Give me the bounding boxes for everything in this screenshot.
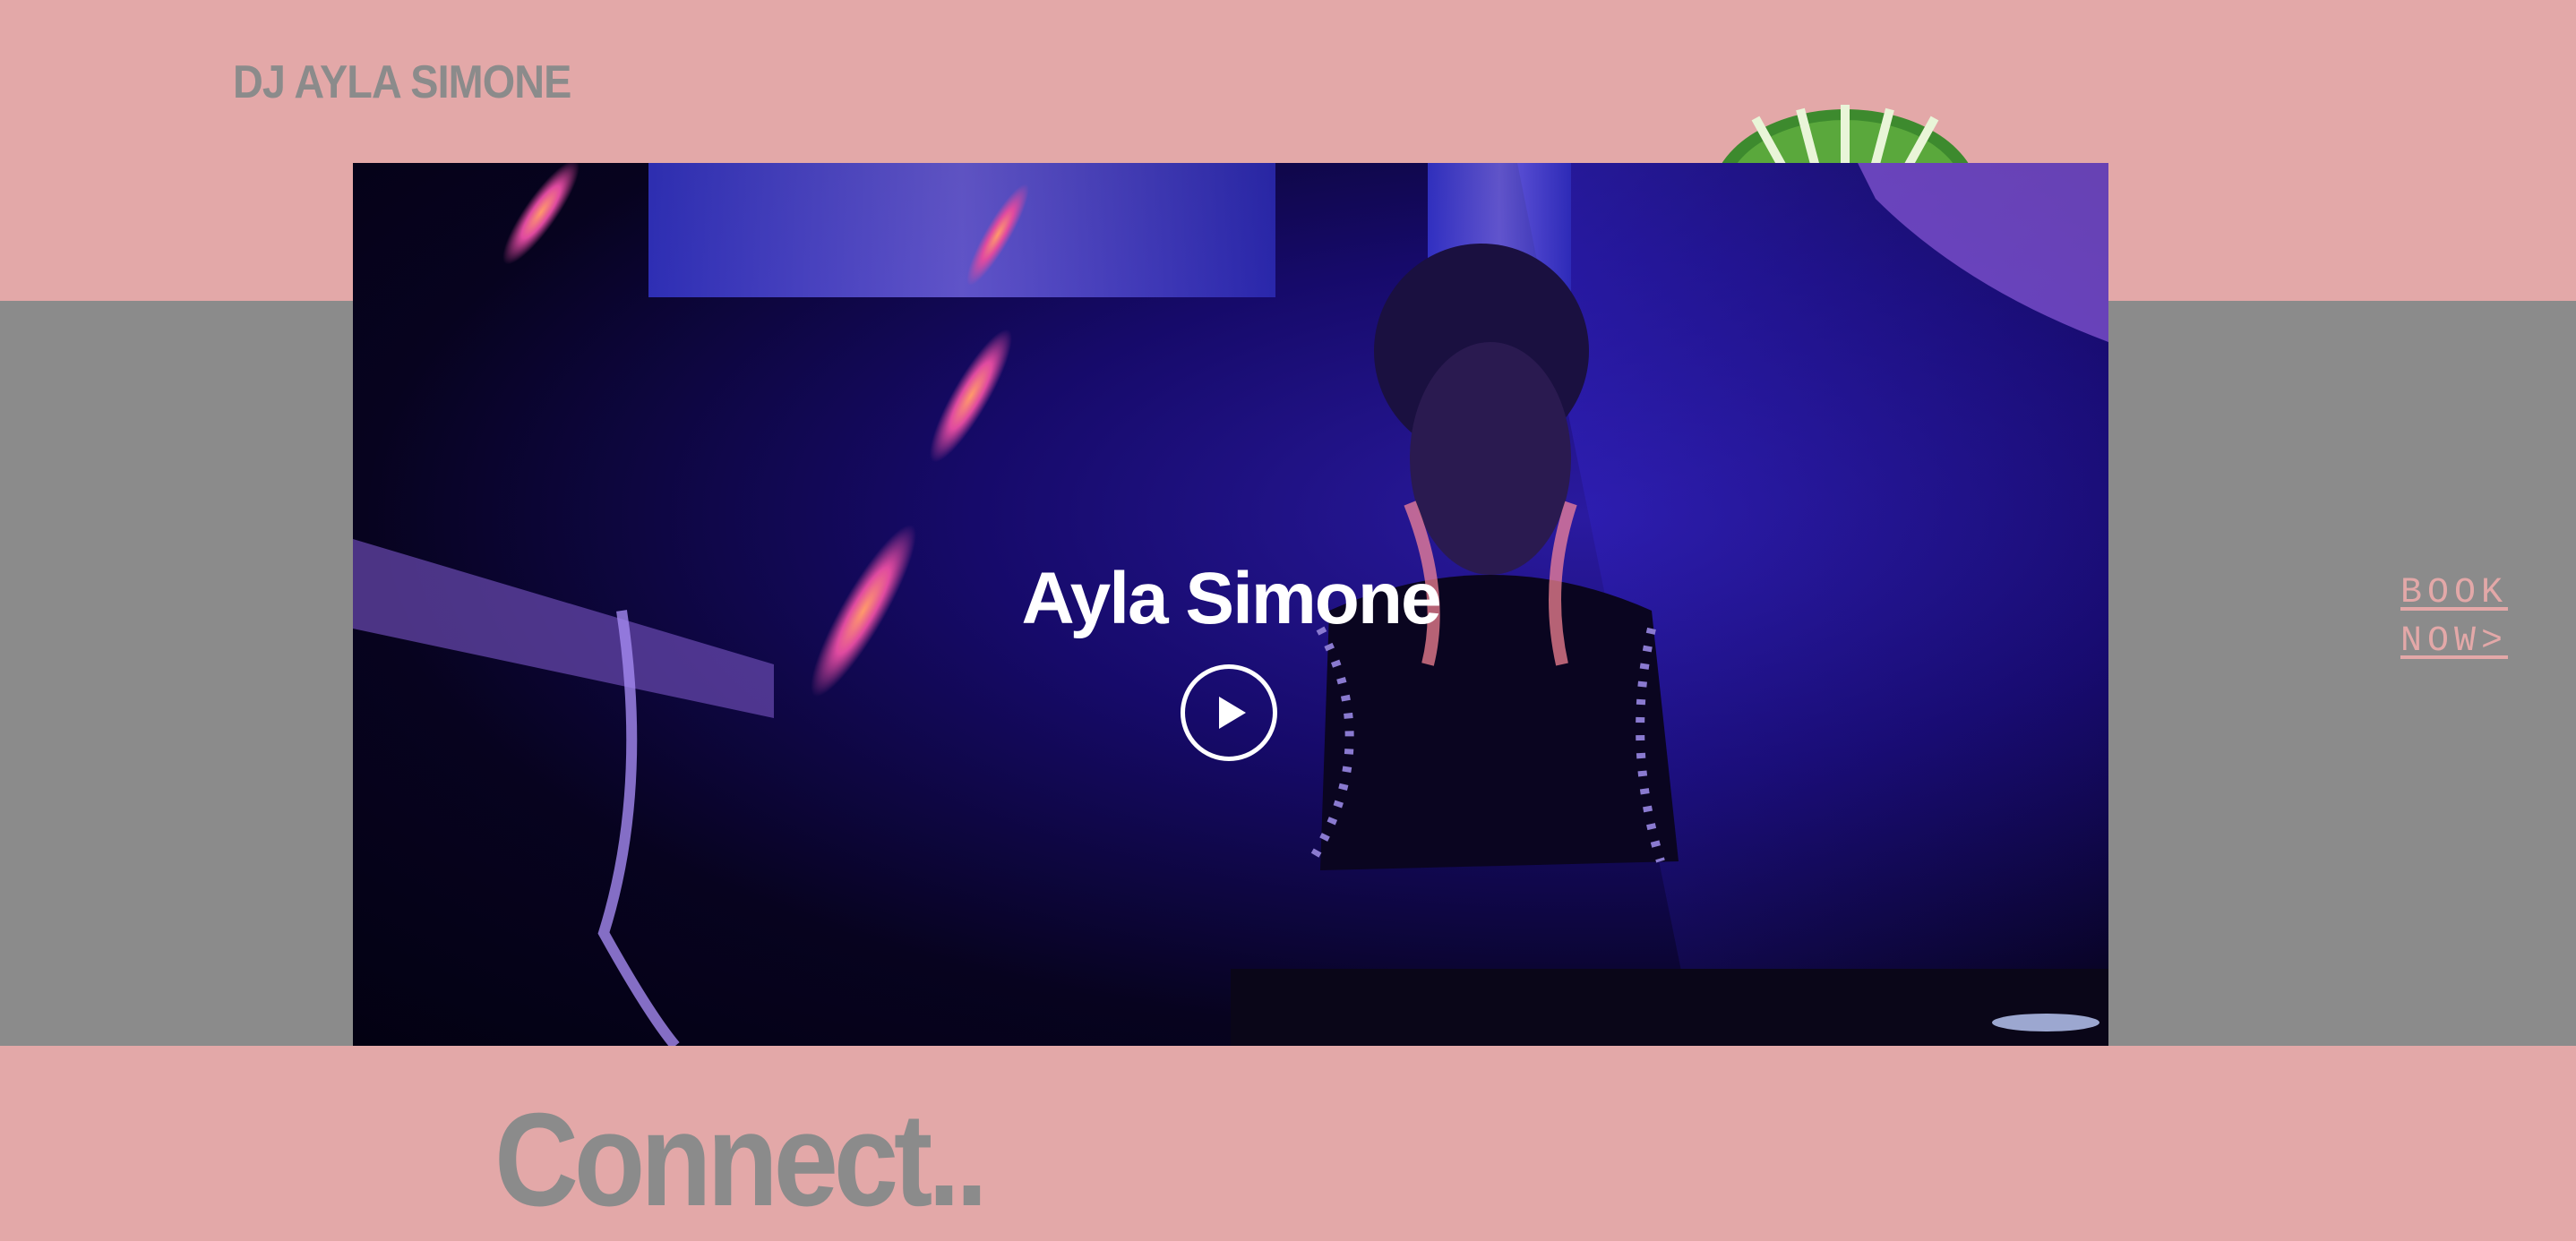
play-icon [1219, 697, 1246, 729]
site-logo[interactable]: DJ AYLA SIMONE [233, 56, 571, 109]
book-now-line1: BOOK [2400, 573, 2509, 613]
hero-video[interactable] [353, 163, 2108, 1046]
book-now-link[interactable]: BOOK NOW> [2400, 569, 2562, 666]
footer-band [0, 1046, 2576, 1241]
play-button[interactable] [1181, 664, 1277, 761]
page: DJ AYLA SIMONE Ayla Simone BOOK NOW> Con… [0, 0, 2576, 1241]
connect-heading: Connect.. [494, 1086, 988, 1234]
book-now-line2: NOW> [2400, 621, 2509, 662]
